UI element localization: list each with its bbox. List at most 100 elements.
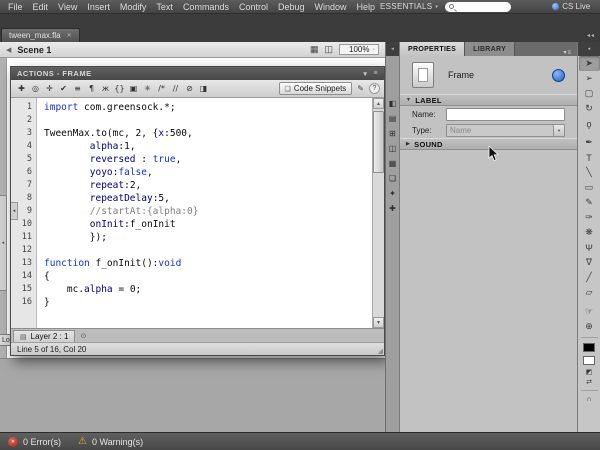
fill-color-swatch[interactable] bbox=[583, 356, 595, 365]
collapse-panel-icon[interactable]: ▾ bbox=[363, 70, 367, 78]
line-tool[interactable]: ╲ bbox=[579, 165, 600, 180]
resize-grip[interactable]: ◢ bbox=[378, 347, 383, 355]
expand-all-icon[interactable]: ✳ bbox=[141, 82, 154, 96]
pen-tool[interactable]: ✒ bbox=[579, 135, 600, 150]
scroll-down-icon[interactable]: ▼ bbox=[373, 317, 384, 328]
menu-item-commands[interactable]: Commands bbox=[178, 0, 234, 14]
menu-item-edit[interactable]: Edit bbox=[28, 0, 54, 14]
pin-script-icon[interactable]: ⊙ bbox=[80, 332, 86, 340]
document-tab[interactable]: tween_max.fla ✕ bbox=[1, 28, 80, 42]
bone-tool[interactable]: Ψ bbox=[579, 240, 600, 255]
find-icon[interactable]: ◎ bbox=[29, 82, 42, 96]
menu-item-insert[interactable]: Insert bbox=[82, 0, 115, 14]
paint-bucket-tool[interactable]: ∇ bbox=[579, 255, 600, 270]
menu-item-debug[interactable]: Debug bbox=[273, 0, 310, 14]
free-transform-tool[interactable]: ▢ bbox=[579, 86, 600, 101]
scrollbar-thumb[interactable] bbox=[373, 111, 384, 173]
check-syntax-icon[interactable]: ✔ bbox=[57, 82, 70, 96]
3d-rotation-tool[interactable]: ↻ bbox=[579, 101, 600, 116]
edit-symbol-icon[interactable]: ◫ bbox=[324, 44, 333, 55]
selection-tool[interactable]: ➤ bbox=[579, 56, 600, 71]
actions-panel-header[interactable]: ACTIONS - FRAME ▾≡ bbox=[11, 67, 384, 80]
add-item-icon[interactable]: ✚ bbox=[15, 82, 28, 96]
debug-options-icon[interactable]: ж bbox=[99, 82, 112, 96]
cs-live-button[interactable]: CS Live bbox=[552, 2, 590, 11]
script-tab[interactable]: ▤ Layer 2 : 1 bbox=[13, 330, 75, 342]
chevron-down-icon: ▾ bbox=[372, 47, 375, 53]
show-toolbox-icon[interactable]: ◨ bbox=[197, 82, 210, 96]
deco-tool[interactable]: ❋ bbox=[579, 225, 600, 240]
tools-panel: ◂ ➤➢▢↻ϙ ✒T╲▭✎✑❋Ψ∇╱▱ ☞⊕ ◩ ⇄ ∩ bbox=[577, 42, 600, 432]
info-icon[interactable] bbox=[552, 69, 565, 82]
subselection-tool[interactable]: ➢ bbox=[579, 71, 600, 86]
toolbox-toggle-button[interactable]: ◂ bbox=[11, 202, 18, 220]
workspace-switcher[interactable]: ESSENTIALS ▾ bbox=[380, 2, 438, 11]
remove-comment-icon[interactable]: ⊘ bbox=[183, 82, 196, 96]
menu-item-window[interactable]: Window bbox=[310, 0, 352, 14]
zoom-control[interactable]: 100% ▾ bbox=[339, 44, 379, 55]
tab-library[interactable]: LIBRARY bbox=[465, 42, 515, 56]
brush-tool[interactable]: ✑ bbox=[579, 210, 600, 225]
search-box[interactable] bbox=[445, 2, 511, 12]
tab-close-icon[interactable]: ✕ bbox=[67, 32, 72, 39]
vertical-scrollbar[interactable]: ▲ ▼ bbox=[372, 98, 384, 328]
zoom-tool[interactable]: ⊕ bbox=[579, 319, 600, 334]
collapse-braces-icon[interactable]: {} bbox=[113, 82, 126, 96]
transform-panel-icon[interactable]: ▦ bbox=[386, 156, 399, 171]
expand-tools-dock-icon[interactable]: ◂ bbox=[578, 42, 600, 56]
edit-scene-icon[interactable]: ▦ bbox=[310, 44, 319, 55]
align-panel-icon[interactable]: ⊞ bbox=[386, 126, 399, 141]
collapsed-panel-grip[interactable]: ◂ bbox=[0, 195, 7, 291]
hand-tool[interactable]: ☞ bbox=[579, 304, 600, 319]
help-icon[interactable]: ? bbox=[369, 83, 380, 94]
insert-target-path-icon[interactable]: ✛ bbox=[43, 82, 56, 96]
menu-item-control[interactable]: Control bbox=[234, 0, 273, 14]
info-panel-icon[interactable]: ◫ bbox=[386, 141, 399, 156]
eraser-tool[interactable]: ▱ bbox=[579, 285, 600, 300]
code-token: repeatDelay bbox=[90, 193, 153, 204]
line-comment-icon[interactable]: // bbox=[169, 82, 182, 96]
swatches-panel-icon[interactable]: ▤ bbox=[386, 111, 399, 126]
back-icon[interactable]: ◀ bbox=[6, 46, 11, 54]
type-row: Type: Name ▼ bbox=[400, 122, 577, 138]
text-tool[interactable]: T bbox=[579, 150, 600, 165]
type-select[interactable]: Name ▼ bbox=[446, 124, 565, 137]
motion-presets-panel-icon[interactable]: ✚ bbox=[386, 201, 399, 216]
actions-panel: ACTIONS - FRAME ▾≡ ✚◎✛✔≡¶ж{}▣✳/*//⊘◨ ❏ C… bbox=[10, 66, 385, 356]
code-snippets-panel-icon[interactable]: ❏ bbox=[386, 171, 399, 186]
search-input[interactable] bbox=[457, 3, 507, 11]
panel-menu-icon[interactable]: ▾≡ bbox=[563, 49, 577, 56]
menu-item-modify[interactable]: Modify bbox=[115, 0, 152, 14]
auto-format-icon[interactable]: ≡ bbox=[71, 82, 84, 96]
tab-properties[interactable]: PROPERTIES bbox=[400, 42, 465, 56]
black-white-button[interactable]: ◩ bbox=[586, 367, 593, 377]
sound-section-header[interactable]: ▶ SOUND bbox=[400, 138, 577, 150]
menu-item-text[interactable]: Text bbox=[151, 0, 178, 14]
code-lines[interactable]: import com.greensock.*;TweenMax.to(mc, 2… bbox=[37, 98, 372, 328]
rectangle-tool[interactable]: ▭ bbox=[579, 180, 600, 195]
stroke-color-swatch[interactable] bbox=[583, 343, 595, 352]
menu-item-view[interactable]: View bbox=[53, 0, 82, 14]
collapse-docks-icon[interactable]: ◂◂ bbox=[582, 32, 600, 42]
label-section-header[interactable]: ▼ LABEL bbox=[400, 94, 577, 106]
name-input[interactable] bbox=[446, 108, 565, 121]
menu-item-file[interactable]: File bbox=[3, 0, 28, 14]
eyedropper-tool[interactable]: ╱ bbox=[579, 270, 600, 285]
swap-colors-button[interactable]: ⇄ bbox=[586, 377, 592, 387]
zoom-value: 100% bbox=[349, 45, 369, 54]
panel-menu-icon[interactable]: ≡ bbox=[373, 70, 378, 77]
lasso-tool[interactable]: ϙ bbox=[579, 116, 600, 131]
snap-to-objects-button[interactable]: ∩ bbox=[586, 394, 591, 404]
scroll-up-icon[interactable]: ▲ bbox=[373, 98, 384, 109]
menu-item-help[interactable]: Help bbox=[352, 0, 381, 14]
block-comment-icon[interactable]: /* bbox=[155, 82, 168, 96]
code-snippets-button[interactable]: ❏ Code Snippets bbox=[279, 82, 353, 95]
script-assist-icon[interactable]: ✎ bbox=[357, 84, 364, 93]
chevron-down-icon: ▾ bbox=[435, 4, 438, 10]
expand-dock-icon[interactable]: ◂ bbox=[386, 42, 399, 56]
collapse-selection-icon[interactable]: ▣ bbox=[127, 82, 140, 96]
show-code-hint-icon[interactable]: ¶ bbox=[85, 82, 98, 96]
pencil-tool[interactable]: ✎ bbox=[579, 195, 600, 210]
color-panel-icon[interactable]: ◧ bbox=[386, 96, 399, 111]
components-panel-icon[interactable]: ✦ bbox=[386, 186, 399, 201]
